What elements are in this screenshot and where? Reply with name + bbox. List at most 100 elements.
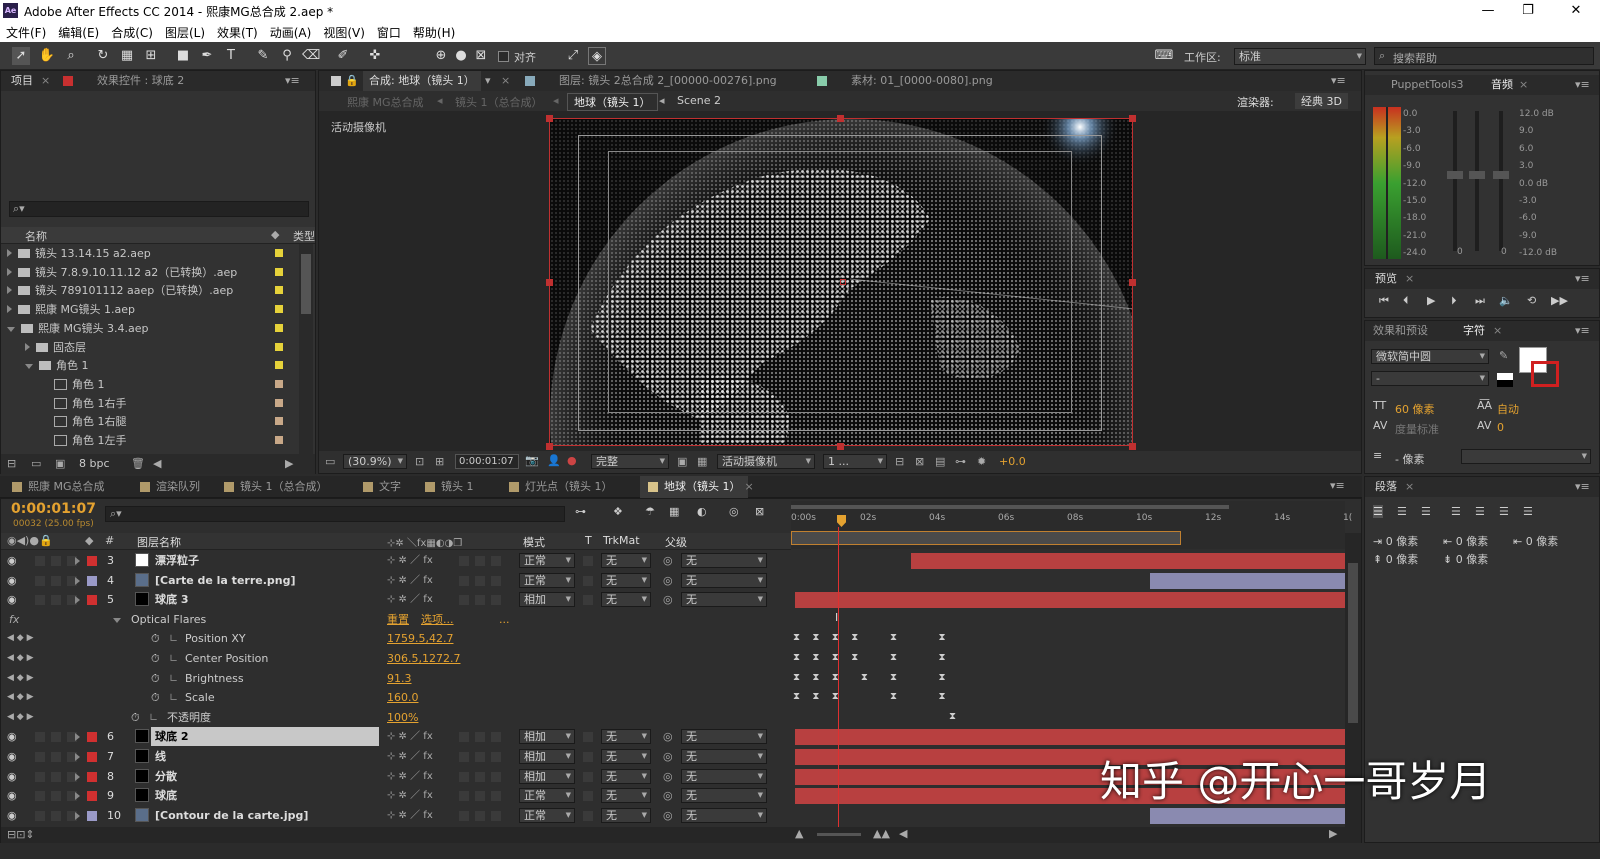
effect-reset-link[interactable]: 重置	[387, 610, 409, 629]
col-t[interactable]: T	[585, 534, 592, 547]
switch-box[interactable]	[35, 732, 45, 743]
layer-name[interactable]: 分散	[155, 767, 177, 786]
pick-whip-icon[interactable]: ◎	[663, 806, 673, 825]
tab-puppettools[interactable]: PuppetTools3	[1391, 75, 1464, 95]
menu-layer[interactable]: 图层(L)	[159, 22, 211, 41]
preserve-transparency-box[interactable]	[583, 791, 593, 802]
expand-arrow-icon[interactable]	[75, 753, 80, 761]
justify-right-icon[interactable]: ☰	[1499, 505, 1509, 518]
align-left-icon[interactable]: ☰	[1373, 505, 1383, 518]
breadcrumb-item[interactable]: Scene 2	[677, 94, 721, 107]
menu-effect[interactable]: 效果(T)	[211, 22, 264, 41]
collapse-arrow-icon[interactable]	[113, 617, 121, 623]
keyframe-icon[interactable]: ⧗	[793, 632, 800, 643]
switch-box[interactable]	[491, 771, 501, 782]
toggle-pixel-icon[interactable]: ⊟	[895, 455, 904, 468]
lock-icon[interactable]: 🔒	[345, 71, 359, 91]
tab-layer-viewer[interactable]: 图层: 镜头 2总合成 2_[00000-00276].png	[559, 71, 777, 91]
switch-box[interactable]	[491, 575, 501, 586]
zoom-in-icon[interactable]: ▲▲	[873, 827, 890, 840]
tab-effects-presets[interactable]: 效果和预设	[1373, 321, 1428, 341]
switch-box[interactable]	[35, 556, 45, 566]
switch-box[interactable]	[459, 791, 469, 802]
preserve-transparency-box[interactable]	[583, 732, 593, 743]
handle[interactable]	[1129, 443, 1136, 450]
motion-blur-icon[interactable]: ◐	[697, 505, 707, 518]
keyframe-icon[interactable]: ⧗	[812, 652, 819, 663]
switch-box[interactable]	[475, 575, 485, 586]
world-axis-icon[interactable]: ●	[452, 47, 470, 65]
panel-menu-icon[interactable]: ▾≡	[1575, 321, 1590, 341]
tab-effect-controls[interactable]: 效果控件 : 球底 2	[97, 71, 184, 91]
workspace-sync-icon[interactable]: ⌨	[1152, 47, 1176, 65]
keyframe-icon[interactable]: ⧗	[890, 691, 897, 702]
always-preview-icon[interactable]: ▭	[325, 455, 335, 468]
snap-icon[interactable]: ⤢	[564, 47, 582, 65]
work-area-bar[interactable]	[791, 531, 1181, 545]
handle[interactable]	[837, 443, 844, 450]
indent-left-value[interactable]: ⇥ 0 像素	[1373, 533, 1418, 549]
visibility-eye-icon[interactable]: ◉	[7, 747, 17, 766]
last-frame-icon[interactable]: ⏭	[1475, 294, 1485, 308]
label-color-swatch[interactable]	[275, 398, 283, 407]
switch-box[interactable]	[475, 595, 485, 606]
fx-icon[interactable]: fx	[9, 610, 19, 629]
switch-box[interactable]	[35, 595, 45, 606]
switch-box[interactable]	[475, 771, 485, 782]
trkmat-select[interactable]: 无	[601, 768, 651, 784]
layer-name[interactable]: [Carte de la terre.png]	[155, 571, 296, 590]
rectangle-tool-icon[interactable]: ■	[174, 47, 192, 65]
scroll-right-icon[interactable]: ▶	[1329, 827, 1337, 840]
stopwatch-icon[interactable]: ⏱	[151, 688, 160, 707]
expand-arrow-icon[interactable]	[7, 286, 12, 295]
close-tab-icon[interactable]: ×	[501, 71, 510, 91]
layer-switches-icon[interactable]: ⊹ ✲ ／ fx	[387, 590, 433, 609]
layer-name[interactable]: 线	[155, 747, 166, 766]
audio-slider-knob[interactable]	[1493, 171, 1509, 179]
label-color-swatch[interactable]	[275, 286, 283, 295]
layer-switches-icon[interactable]: ⊹ ✲ ／ fx	[387, 806, 433, 825]
frame-blend-icon[interactable]: ▦	[669, 505, 679, 518]
stopwatch-icon[interactable]: ⏱	[151, 669, 160, 688]
label-color-swatch[interactable]	[275, 436, 283, 444]
preserve-transparency-box[interactable]	[583, 810, 593, 821]
space-before-value[interactable]: ⇞ 0 像素	[1373, 551, 1418, 567]
switch-box[interactable]	[491, 732, 501, 743]
selection-tool-icon[interactable]: ➚	[12, 47, 30, 65]
renderer-select[interactable]: 经典 3D	[1295, 93, 1348, 109]
keyframe-icon[interactable]: ⧗	[949, 711, 956, 722]
switch-box[interactable]	[459, 810, 469, 821]
layer-switches-icon[interactable]: ⊹ ✲ ／ fx	[387, 786, 433, 805]
timeline-tab[interactable]: 文字	[355, 476, 401, 498]
keyframe-icon[interactable]: ⧗	[939, 691, 946, 702]
flowchart-icon[interactable]: ⊶	[955, 455, 966, 468]
tab-paragraph[interactable]: 段落	[1375, 477, 1397, 497]
handle[interactable]	[1129, 279, 1136, 286]
switch-box[interactable]	[51, 556, 61, 566]
col-layer-name[interactable]: 图层名称	[137, 534, 181, 550]
parent-select[interactable]: 无	[681, 592, 767, 608]
audio-slider-master[interactable]	[1499, 111, 1503, 251]
timeline-search-input[interactable]: ⌕▾	[105, 506, 565, 522]
breadcrumb-item[interactable]: 镜头 1（总合成）	[455, 94, 543, 110]
view-layout-select[interactable]: 1 ...	[823, 454, 887, 469]
bpc-label[interactable]: 8 bpc	[79, 457, 110, 470]
parent-select[interactable]: 无	[681, 749, 767, 764]
switch-box[interactable]	[459, 771, 469, 782]
label-color-swatch[interactable]	[87, 810, 97, 821]
expand-arrow-icon[interactable]	[75, 596, 80, 605]
maximize-icon[interactable]: ❐	[1508, 0, 1548, 22]
zoom-tool-icon[interactable]: ⌕	[62, 47, 80, 65]
switch-box[interactable]	[51, 752, 61, 762]
keyframe-icon[interactable]: ⧗	[793, 691, 800, 702]
label-color-swatch[interactable]	[87, 771, 97, 782]
scroll-right-icon[interactable]: ▶	[285, 457, 293, 470]
tab-audio[interactable]: 音频	[1491, 75, 1513, 95]
grid-icon[interactable]: ▦	[697, 455, 707, 468]
graph-editor-icon[interactable]: ◎	[729, 505, 739, 518]
layer-name[interactable]: 球底 3	[155, 590, 188, 609]
expand-arrow-icon[interactable]	[7, 267, 12, 276]
switch-box[interactable]	[35, 771, 45, 782]
interpret-footage-icon[interactable]: ⊟	[7, 457, 16, 470]
expand-arrow-icon[interactable]	[25, 342, 30, 351]
